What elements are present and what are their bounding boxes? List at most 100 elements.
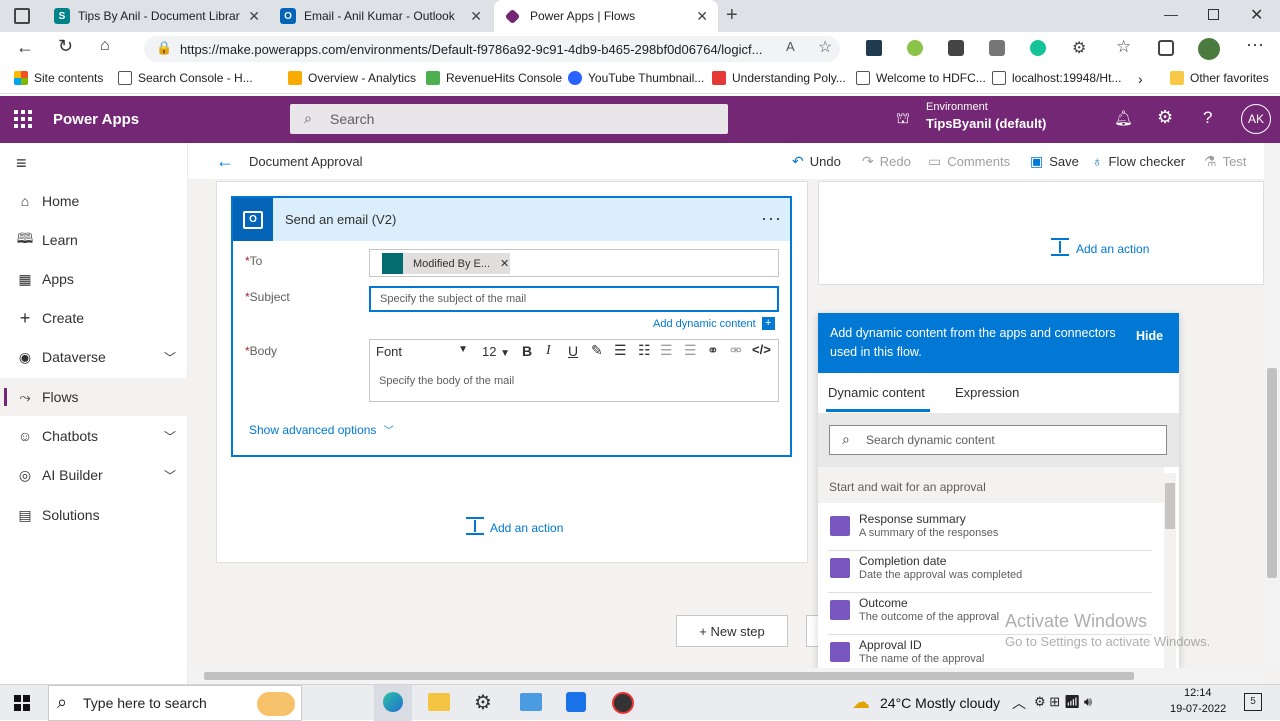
favorite-item[interactable]: Search Console - H... — [118, 71, 253, 85]
underline-icon[interactable]: U — [568, 343, 578, 359]
close-icon[interactable]: ✕ — [696, 8, 708, 25]
favorite-item[interactable]: Overview - Analytics — [288, 71, 416, 85]
app-launcher-icon[interactable] — [14, 110, 32, 128]
show-advanced-options[interactable]: Show advanced options ﹀ — [249, 422, 394, 437]
grammarly-icon[interactable] — [1030, 40, 1046, 56]
redo-button[interactable]: ↷ Redo — [862, 143, 911, 179]
hide-button[interactable]: Hide — [1136, 327, 1163, 346]
other-favorites[interactable]: Other favorites — [1170, 71, 1269, 85]
environment-name[interactable]: TipsByanil (default) — [926, 116, 1046, 131]
extension-icon[interactable] — [907, 40, 923, 56]
app-icon[interactable] — [520, 693, 542, 711]
windows-start-icon[interactable] — [14, 695, 30, 711]
font-size-select[interactable]: 12 ▼ — [482, 344, 510, 359]
comments-button[interactable]: ▭ Comments — [928, 143, 1010, 179]
file-explorer-icon[interactable] — [428, 693, 450, 711]
tray-icons[interactable]: ⚙ ⊞ 📶︎ 🔊︎ — [1034, 694, 1092, 710]
refresh-icon[interactable]: ↻ — [58, 36, 73, 57]
favorite-item[interactable]: Welcome to HDFC... — [856, 71, 986, 85]
nav-item-learn[interactable]: 🕮 Learn — [0, 221, 188, 259]
chevron-right-icon[interactable]: › — [1138, 71, 1143, 87]
nav-item-apps[interactable]: ▦ Apps — [0, 260, 188, 298]
vertical-scrollbar[interactable] — [1264, 143, 1280, 668]
global-search-input[interactable]: ⌕ Search — [290, 104, 728, 134]
browser-tab-3[interactable]: Power Apps | Flows ✕ — [494, 0, 718, 32]
favorite-item[interactable]: localhost:19948/Ht... — [992, 71, 1121, 85]
app-title[interactable]: Power Apps — [53, 111, 139, 128]
test-button[interactable]: ⚗ Test — [1204, 143, 1246, 179]
favorite-star-icon[interactable]: ☆ — [818, 37, 832, 57]
subject-input[interactable]: Specify the subject of the mail — [369, 286, 779, 312]
favorite-item[interactable]: YouTube Thumbnail... — [568, 71, 704, 85]
extension-icon[interactable] — [989, 40, 1005, 56]
nav-item-ai-builder[interactable]: ◎ AI Builder ﹀ — [0, 456, 188, 494]
more-icon[interactable]: ⋯ — [1246, 35, 1264, 56]
extension-icon[interactable] — [866, 40, 882, 56]
italic-icon[interactable]: I — [546, 343, 551, 359]
close-icon[interactable]: ✕ — [470, 8, 482, 25]
horizontal-scrollbar[interactable] — [188, 668, 1264, 684]
close-window-icon[interactable]: ✕ — [1250, 5, 1263, 25]
recorder-icon[interactable] — [612, 692, 634, 714]
to-field[interactable]: Modified By E... ✕ — [369, 249, 779, 277]
add-action-link[interactable]: Add an action — [490, 521, 563, 535]
search-dynamic-input[interactable]: ⌕ Search dynamic content — [829, 425, 1167, 455]
url-field[interactable]: 🔒 https://make.powerapps.com/environment… — [144, 36, 840, 62]
flow-checker-button[interactable]: ♁ Flow checker — [1092, 143, 1185, 179]
code-view-icon[interactable]: </> — [752, 342, 771, 357]
hamburger-icon[interactable]: ≡ — [16, 153, 27, 174]
new-step-button[interactable]: + New step — [676, 615, 788, 647]
font-select[interactable]: Font ▼ — [376, 344, 468, 359]
decrease-indent-icon[interactable]: ☰ — [660, 342, 673, 359]
highlight-icon[interactable]: ✎ — [591, 342, 603, 359]
nav-item-create[interactable]: + Create — [0, 299, 188, 337]
favorites-icon[interactable]: ☆ — [1116, 37, 1131, 57]
remove-token-icon[interactable]: ✕ — [500, 257, 509, 270]
chevron-up-icon[interactable]: ︿ — [1012, 693, 1026, 713]
settings-icon[interactable]: ⚙ — [474, 690, 492, 715]
browser-tab-1[interactable]: S Tips By Anil - Document Library ✕ — [44, 0, 270, 32]
gear-icon[interactable]: ⚙ — [1157, 107, 1173, 128]
browser-tab-2[interactable]: O Email - Anil Kumar - Outlook ✕ — [270, 0, 492, 32]
notification-icon[interactable]: 5 — [1244, 693, 1262, 711]
help-icon[interactable]: ? — [1203, 108, 1212, 128]
avatar[interactable]: AK — [1241, 104, 1271, 134]
more-options-icon[interactable]: ··· — [761, 208, 782, 229]
close-icon[interactable]: ✕ — [248, 8, 260, 25]
clock-date[interactable]: 19-07-2022 — [1170, 703, 1226, 715]
back-icon[interactable]: ← — [16, 37, 34, 58]
nav-item-flows[interactable]: ⤳ Flows — [0, 378, 188, 416]
undo-button[interactable]: ↶ Undo — [792, 143, 841, 179]
nav-item-home[interactable]: ⌂ Home — [0, 182, 188, 220]
back-arrow-icon[interactable]: ← — [216, 143, 234, 179]
profile-avatar[interactable] — [1198, 38, 1220, 60]
extensions-icon[interactable]: ⚙ — [1072, 38, 1086, 58]
card-header[interactable]: O Send an email (V2) ··· — [233, 198, 790, 241]
tab-actions-icon[interactable] — [14, 8, 30, 24]
clock-time[interactable]: 12:14 — [1184, 687, 1212, 699]
tab-dynamic-content[interactable]: Dynamic content — [828, 385, 925, 400]
weather-text[interactable]: 24°C Mostly cloudy — [880, 695, 1000, 711]
body-editor[interactable]: Font ▼ 12 ▼ B I U ✎ ☰ ☷ ☰ ☰ ⚭ ⚮ </> Speci… — [369, 339, 779, 402]
store-icon[interactable] — [566, 692, 586, 712]
bullet-list-icon[interactable]: ☰ — [614, 342, 627, 359]
favorite-item[interactable]: Understanding Poly... — [712, 71, 846, 85]
add-action-link[interactable]: Add an action — [1076, 242, 1149, 256]
list-item[interactable]: Response summary A summary of the respons… — [828, 509, 1152, 551]
edge-taskbar-button[interactable] — [374, 685, 412, 721]
collections-icon[interactable] — [1158, 40, 1174, 56]
nav-item-dataverse[interactable]: ◉ Dataverse ﹀ — [0, 338, 188, 376]
numbered-list-icon[interactable]: ☷ — [638, 342, 651, 359]
nav-item-solutions[interactable]: ▤ Solutions — [0, 496, 188, 534]
favorite-item[interactable]: RevenueHits Console — [426, 71, 562, 85]
dynamic-token[interactable]: Modified By E... ✕ — [382, 253, 510, 274]
save-button[interactable]: ▣ Save — [1030, 143, 1079, 179]
extension-icon[interactable] — [948, 40, 964, 56]
favorite-item[interactable]: Site contents — [14, 71, 103, 85]
link-icon[interactable]: ⚭ — [707, 342, 719, 359]
taskbar-search-input[interactable]: ⌕ Type here to search — [48, 685, 302, 721]
save-button-partial[interactable] — [806, 615, 818, 647]
nav-item-chatbots[interactable]: ☺ Chatbots ﹀ — [0, 417, 188, 455]
list-item[interactable]: Completion date Date the approval was com… — [828, 551, 1152, 593]
home-icon[interactable]: ⌂ — [100, 37, 110, 55]
